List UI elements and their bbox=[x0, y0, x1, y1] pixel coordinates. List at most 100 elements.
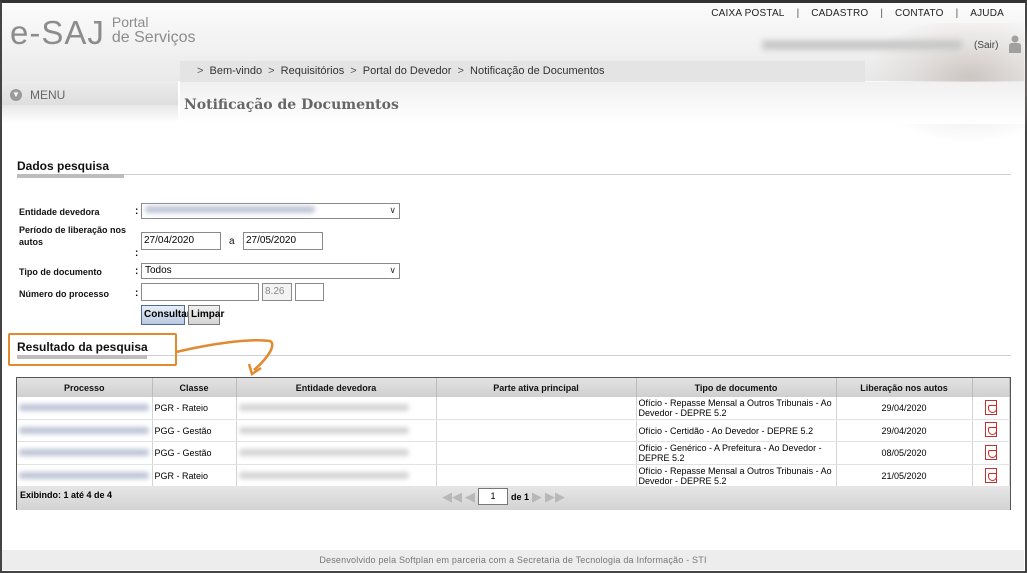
breadcrumb-requisitorios[interactable]: Requisitórios bbox=[281, 65, 345, 77]
breadcrumb-bem-vindo[interactable]: Bem-vindo bbox=[210, 65, 263, 77]
label-a: a bbox=[229, 236, 235, 247]
pdf-icon[interactable] bbox=[972, 397, 1010, 420]
logo-main: e-SAJ bbox=[10, 14, 105, 51]
colon: : bbox=[135, 288, 139, 299]
breadcrumb-notificacao: Notificação de Documentos bbox=[470, 65, 605, 77]
logo-sub: Portal de Serviços bbox=[111, 15, 196, 46]
chevron-down-icon: ∨ bbox=[389, 205, 396, 215]
pagination: ◀◀ ◀ 1 de 1 ▶ ▶▶ bbox=[442, 488, 565, 505]
top-menu-ajuda[interactable]: AJUDA bbox=[958, 8, 1016, 19]
table-row[interactable]: PGR - Rateio Ofício - Repasse Mensal a O… bbox=[17, 464, 1010, 488]
breadcrumb-separator: > bbox=[268, 65, 275, 77]
cell-classe: PGG - Gestão bbox=[152, 441, 237, 465]
pdf-icon[interactable] bbox=[972, 464, 1010, 488]
col-processo[interactable]: Processo bbox=[17, 378, 153, 397]
numero-processo-foro: 8.26 bbox=[262, 283, 292, 301]
cell-liberacao: 29/04/2020 bbox=[836, 397, 973, 420]
pdf-icon[interactable] bbox=[972, 441, 1010, 465]
cell-tipo-documento: Ofício - Certidão - Ao Devedor - DEPRE 5… bbox=[636, 419, 837, 442]
breadcrumb-separator: > bbox=[197, 65, 204, 77]
cell-processo-redacted[interactable] bbox=[17, 464, 153, 488]
cell-processo-redacted[interactable] bbox=[17, 419, 153, 442]
menu-label: MENU bbox=[30, 88, 66, 102]
cell-parte-ativa bbox=[436, 441, 637, 465]
esaj-logo[interactable]: e-SAJ Portal de Serviços bbox=[10, 15, 195, 51]
logo-sub-servicos: de Serviços bbox=[111, 29, 196, 46]
chevron-down-icon: ▼ bbox=[10, 89, 22, 101]
top-menu-caixa-postal[interactable]: CAIXA POSTAL bbox=[699, 8, 796, 19]
cell-tipo-documento: Ofício - Repasse Mensal a Outros Tribuna… bbox=[636, 464, 837, 488]
label-entidade: Entidade devedora bbox=[19, 207, 100, 217]
label-numero: Número do processo bbox=[19, 289, 110, 299]
results-table: Processo Classe Entidade devedora Parte … bbox=[16, 377, 1011, 510]
cell-classe: PGG - Gestão bbox=[152, 419, 237, 442]
table-row[interactable]: PGR - Rateio Ofício - Repasse Mensal a O… bbox=[17, 397, 1010, 420]
cell-entidade-redacted bbox=[236, 441, 437, 465]
consultar-button[interactable]: Consultar bbox=[141, 305, 191, 325]
numero-processo-suffix-input[interactable] bbox=[295, 283, 324, 301]
next-page-icon[interactable]: ▶ bbox=[532, 489, 542, 505]
exibindo-text: Exibindo: 1 até 4 de 4 bbox=[20, 490, 113, 500]
page-of-label: de 1 bbox=[511, 491, 530, 502]
table-row[interactable]: PGG - Gestão Ofício - Certidão - Ao Deve… bbox=[17, 419, 1010, 442]
colon: : bbox=[135, 266, 139, 277]
breadcrumb-separator: > bbox=[457, 65, 464, 77]
label-tipo: Tipo de documento bbox=[19, 267, 102, 277]
cell-liberacao: 08/05/2020 bbox=[836, 441, 973, 465]
cell-parte-ativa bbox=[436, 397, 637, 420]
cell-parte-ativa bbox=[436, 464, 637, 488]
table-footer: Exibindo: 1 até 4 de 4 ◀◀ ◀ 1 de 1 ▶ ▶▶ bbox=[17, 486, 1010, 510]
col-classe[interactable]: Classe bbox=[152, 378, 237, 397]
top-menu-contato[interactable]: CONTATO bbox=[883, 8, 956, 19]
cell-liberacao: 29/04/2020 bbox=[836, 419, 973, 442]
side-strip bbox=[2, 105, 178, 123]
user-icon bbox=[1009, 35, 1021, 53]
cell-classe: PGR - Rateio bbox=[152, 464, 237, 488]
page-number-input[interactable]: 1 bbox=[478, 488, 508, 505]
cell-processo-redacted[interactable] bbox=[17, 441, 153, 465]
chevron-down-icon: ∨ bbox=[389, 265, 396, 275]
entidade-select[interactable]: ∨ bbox=[141, 203, 400, 219]
col-parte-ativa[interactable]: Parte ativa principal bbox=[436, 378, 637, 397]
table-row[interactable]: PGG - Gestão Ofício - Genérico - A Prefe… bbox=[17, 441, 1010, 465]
pdf-icon[interactable] bbox=[972, 419, 1010, 442]
colon: : bbox=[135, 206, 139, 217]
last-page-icon[interactable]: ▶▶ bbox=[545, 489, 565, 505]
cell-processo-redacted[interactable] bbox=[17, 397, 153, 420]
cell-tipo-documento: Ofício - Repasse Mensal a Outros Tribuna… bbox=[636, 397, 837, 420]
cell-parte-ativa bbox=[436, 419, 637, 442]
cell-classe: PGR - Rateio bbox=[152, 397, 237, 420]
label-periodo: Período de liberação nos autos bbox=[19, 225, 127, 247]
annotation-arrow bbox=[175, 338, 274, 376]
col-liberacao[interactable]: Liberação nos autos bbox=[836, 378, 973, 397]
cell-tipo-documento: Ofício - Genérico - A Prefeitura - Ao De… bbox=[636, 441, 837, 465]
first-page-icon[interactable]: ◀◀ bbox=[442, 489, 462, 505]
numero-processo-input[interactable] bbox=[141, 283, 259, 301]
limpar-button[interactable]: Limpar bbox=[188, 305, 224, 325]
page-title: Notificação de Documentos bbox=[184, 97, 399, 113]
menu-button[interactable]: ▼ MENU bbox=[2, 81, 178, 105]
cell-liberacao: 21/05/2020 bbox=[836, 464, 973, 488]
prev-page-icon[interactable]: ◀ bbox=[465, 489, 475, 505]
breadcrumb: > Bem-vindo > Requisitórios > Portal do … bbox=[180, 61, 865, 82]
col-tipo-documento[interactable]: Tipo de documento bbox=[636, 378, 837, 397]
top-menu: CAIXA POSTAL | CADASTRO | CONTATO | AJUD… bbox=[699, 8, 1016, 19]
breadcrumb-separator: > bbox=[350, 65, 357, 77]
col-entidade[interactable]: Entidade devedora bbox=[236, 378, 437, 397]
colon: : bbox=[135, 248, 139, 259]
logout-link[interactable]: (Sair) bbox=[974, 40, 998, 51]
page-footer: Desenvolvido pela Softplan em parceria c… bbox=[2, 550, 1024, 570]
entidade-value-redacted bbox=[145, 206, 315, 213]
tipo-documento-value: Todos bbox=[145, 265, 172, 276]
user-name-redacted bbox=[762, 40, 962, 50]
data-fim-input[interactable]: 27/05/2020 bbox=[243, 232, 323, 250]
top-menu-cadastro[interactable]: CADASTRO bbox=[799, 8, 880, 19]
col-download bbox=[972, 378, 1010, 397]
table-header-row: Processo Classe Entidade devedora Parte … bbox=[17, 378, 1010, 397]
tipo-documento-select[interactable]: Todos ∨ bbox=[141, 263, 400, 279]
cell-entidade-redacted bbox=[236, 397, 437, 420]
data-inicio-input[interactable]: 27/04/2020 bbox=[141, 232, 221, 250]
breadcrumb-portal-devedor[interactable]: Portal do Devedor bbox=[363, 65, 452, 77]
section-underline bbox=[17, 174, 124, 178]
annotation-highlight-box bbox=[8, 333, 177, 366]
